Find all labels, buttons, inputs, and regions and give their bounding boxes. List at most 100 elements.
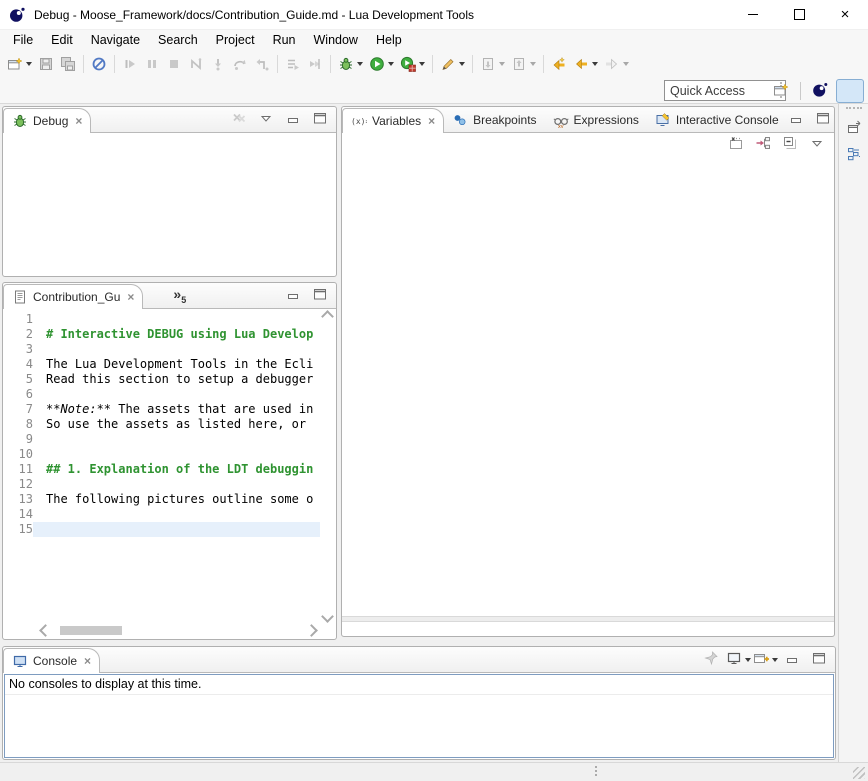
window-maximize-button[interactable] bbox=[776, 0, 822, 29]
new-wizard-dropdown[interactable] bbox=[26, 62, 32, 66]
scroll-right-icon[interactable] bbox=[305, 624, 318, 637]
open-console-dropdown[interactable] bbox=[772, 658, 778, 662]
scroll-up-icon[interactable] bbox=[321, 310, 334, 323]
menu-search[interactable]: Search bbox=[149, 30, 207, 50]
editor-line[interactable]: 2# Interactive DEBUG using Lua Develop bbox=[3, 327, 320, 342]
maximize-button[interactable] bbox=[311, 287, 329, 305]
minimize-button[interactable] bbox=[284, 111, 302, 129]
tab-label: Breakpoints bbox=[473, 113, 536, 127]
window-minimize-button[interactable] bbox=[730, 0, 776, 29]
new-wizard-button[interactable] bbox=[4, 53, 35, 75]
editor-line[interactable]: 13The following pictures outline some o bbox=[3, 492, 320, 507]
close-icon[interactable]: × bbox=[84, 654, 91, 668]
tab-console[interactable]: Console × bbox=[3, 648, 100, 673]
display-selected-console-button[interactable] bbox=[729, 651, 747, 669]
expressions-icon: xy bbox=[553, 112, 569, 128]
collapse-all-button[interactable] bbox=[781, 136, 799, 154]
console-panel: Console × No consoles to display at this… bbox=[2, 646, 836, 760]
window-resize-grip[interactable] bbox=[853, 767, 865, 779]
editor-line[interactable]: 6 bbox=[3, 387, 320, 402]
skip-all-breakpoints-button[interactable] bbox=[88, 53, 110, 75]
editor-horizontal-scrollbar[interactable] bbox=[41, 624, 316, 637]
maximize-button[interactable] bbox=[810, 651, 828, 669]
editor-vertical-scrollbar[interactable] bbox=[321, 312, 334, 621]
editor-line[interactable]: 8So use the assets as listed here, or bbox=[3, 417, 320, 432]
trim-drag-handle[interactable] bbox=[846, 107, 862, 109]
last-edit-location-button[interactable] bbox=[548, 53, 570, 75]
scroll-left-icon[interactable] bbox=[39, 624, 52, 637]
markdown-file-icon bbox=[12, 289, 28, 305]
editor-line[interactable]: 7**Note:** The assets that are used in bbox=[3, 402, 320, 417]
window-close-button[interactable]: × bbox=[822, 0, 868, 29]
step-return-button bbox=[251, 53, 273, 75]
view-menu-button[interactable] bbox=[257, 111, 275, 129]
coverage-dropdown[interactable] bbox=[419, 62, 425, 66]
menu-project[interactable]: Project bbox=[207, 30, 264, 50]
minimize-button[interactable] bbox=[787, 111, 805, 129]
debug-view-content[interactable] bbox=[3, 133, 336, 276]
lua-perspective-button[interactable] bbox=[806, 79, 834, 103]
menu-file[interactable]: File bbox=[4, 30, 42, 50]
next-annotation-dropdown[interactable] bbox=[499, 62, 505, 66]
editor-line[interactable]: 3 bbox=[3, 342, 320, 357]
show-type-names-button[interactable] bbox=[727, 136, 745, 154]
tab-debug[interactable]: Debug × bbox=[3, 108, 91, 133]
close-icon[interactable]: × bbox=[428, 114, 435, 128]
tab-expressions[interactable]: xyExpressions bbox=[545, 108, 647, 132]
menu-edit[interactable]: Edit bbox=[42, 30, 82, 50]
tab-interactive-console[interactable]: Interactive Console bbox=[647, 108, 787, 132]
tab-breakpoints[interactable]: Breakpoints bbox=[444, 108, 544, 132]
statusbar-drag-handle[interactable] bbox=[595, 766, 597, 778]
variables-detail-pane[interactable] bbox=[342, 622, 834, 636]
close-icon[interactable]: × bbox=[75, 114, 82, 128]
minimize-button[interactable] bbox=[783, 651, 801, 669]
hidden-editors-chevron[interactable]: »5 bbox=[173, 286, 186, 305]
editor-line[interactable]: 9 bbox=[3, 432, 320, 447]
variables-tree-area[interactable] bbox=[342, 156, 834, 616]
console-content[interactable]: No consoles to display at this time. bbox=[4, 674, 834, 758]
run-button[interactable] bbox=[366, 53, 397, 75]
editor-line[interactable]: 11## 1. Explanation of the LDT debuggin bbox=[3, 462, 320, 477]
maximize-button[interactable] bbox=[814, 111, 832, 129]
tab-contribution-guide[interactable]: Contribution_Gu × bbox=[3, 284, 143, 309]
external-tools-button[interactable] bbox=[437, 53, 468, 75]
open-perspective-button[interactable] bbox=[767, 79, 795, 103]
scrollbar-thumb[interactable] bbox=[60, 626, 122, 635]
next-annotation-icon bbox=[480, 56, 496, 72]
tab-variables[interactable]: (x)=Variables× bbox=[342, 108, 444, 133]
back-dropdown[interactable] bbox=[592, 62, 598, 66]
editor-line[interactable]: 1 bbox=[3, 312, 320, 327]
editor-line[interactable]: 12 bbox=[3, 477, 320, 492]
editor-line[interactable]: 15 bbox=[3, 522, 320, 537]
menu-help[interactable]: Help bbox=[367, 30, 411, 50]
terminate-button bbox=[163, 53, 185, 75]
coverage-button[interactable] bbox=[397, 53, 428, 75]
run-dropdown[interactable] bbox=[388, 62, 394, 66]
debug-button[interactable] bbox=[335, 53, 366, 75]
menu-window[interactable]: Window bbox=[305, 30, 367, 50]
menu-navigate[interactable]: Navigate bbox=[82, 30, 149, 50]
external-tools-dropdown[interactable] bbox=[459, 62, 465, 66]
editor-body[interactable]: 12# Interactive DEBUG using Lua Develop3… bbox=[3, 309, 336, 639]
forward-dropdown[interactable] bbox=[623, 62, 629, 66]
line-number: 9 bbox=[3, 432, 33, 447]
editor-line[interactable]: 10 bbox=[3, 447, 320, 462]
minimize-button[interactable] bbox=[284, 287, 302, 305]
show-logical-structure-button[interactable] bbox=[754, 136, 772, 154]
debug-perspective-button[interactable] bbox=[836, 79, 864, 103]
view-menu-button[interactable] bbox=[808, 136, 826, 154]
previous-annotation-dropdown[interactable] bbox=[530, 62, 536, 66]
editor-line[interactable]: 5Read this section to setup a debugger bbox=[3, 372, 320, 387]
back-button[interactable] bbox=[570, 53, 601, 75]
menu-run[interactable]: Run bbox=[264, 30, 305, 50]
maximize-button[interactable] bbox=[311, 111, 329, 129]
editor-line[interactable]: 14 bbox=[3, 507, 320, 522]
editor-line[interactable]: 4The Lua Development Tools in the Ecli bbox=[3, 357, 320, 372]
scroll-down-icon[interactable] bbox=[321, 610, 334, 623]
close-icon[interactable]: × bbox=[127, 290, 134, 304]
outline-view-button[interactable] bbox=[843, 144, 865, 166]
open-console-button[interactable] bbox=[756, 651, 774, 669]
restore-view-button[interactable] bbox=[843, 117, 865, 139]
display-selected-console-dropdown[interactable] bbox=[745, 658, 751, 662]
debug-dropdown[interactable] bbox=[357, 62, 363, 66]
